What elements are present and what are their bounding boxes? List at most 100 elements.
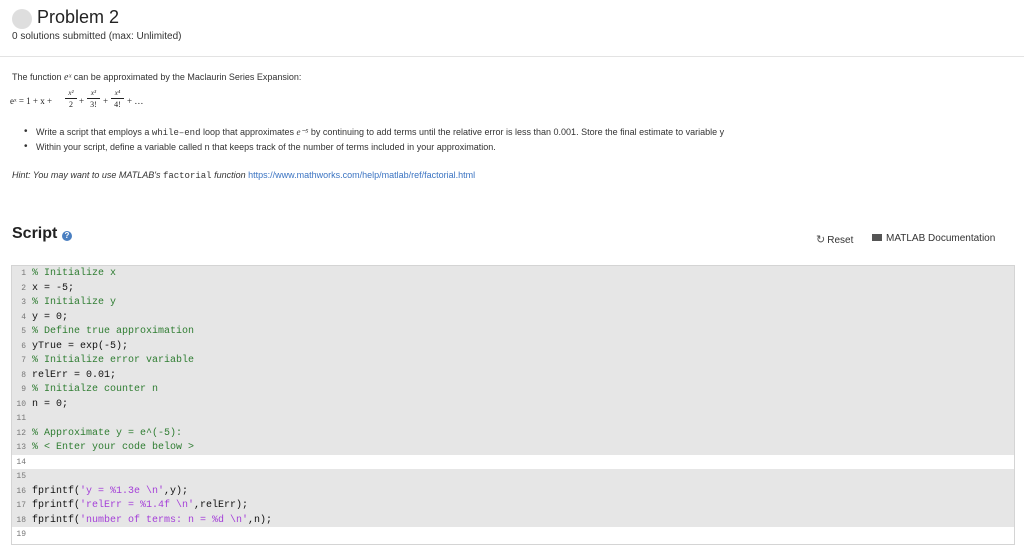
line-code: % Initialize y <box>32 297 117 308</box>
equation-plus: + <box>103 96 109 106</box>
code-token: fprintf( <box>32 485 81 497</box>
line-code: fprintf('y = %1.3e \n',y); <box>32 486 188 497</box>
term-denominator: 4! <box>114 100 121 109</box>
factorial-doc-link[interactable]: https://www.mathworks.com/help/matlab/re… <box>248 170 475 180</box>
line-number: 1 <box>21 269 26 278</box>
equation-term: x⁴ 4! <box>111 89 124 109</box>
line-number: 18 <box>16 515 26 525</box>
code-line[interactable]: 6 yTrue = exp(-5); <box>12 338 1014 353</box>
code-editor[interactable]: 1% Initialize x2x = -5; 3% Initialize y4y… <box>11 265 1015 545</box>
line-number: 3 <box>21 298 26 307</box>
line-number: 11 <box>16 414 26 423</box>
line-number: 9 <box>21 385 26 394</box>
help-icon[interactable]: ? <box>62 231 72 241</box>
inline-code: factorial <box>162 171 212 181</box>
script-heading: Script <box>12 225 58 242</box>
maclaurin-equation: eˣ = 1 + x + x² 2 + x³ 3! + x⁴ 4! + … <box>10 88 170 118</box>
code-line[interactable]: 16 fprintf('y = %1.3e \n',y); <box>12 483 1014 498</box>
line-code: % Initialze counter n <box>32 384 159 395</box>
code-line[interactable]: 9 % Initialze counter n <box>12 382 1014 397</box>
line-code: relErr = 0.01; <box>32 369 117 381</box>
code-line[interactable]: 15 <box>12 469 1014 484</box>
line-code: y = 0; <box>32 311 69 323</box>
code-line[interactable]: 18 fprintf('number of terms: n = %d \n',n… <box>12 512 1014 527</box>
line-number: 5 <box>21 327 26 336</box>
hint-text: Hint: You may want to use MATLAB's facto… <box>12 170 475 181</box>
line-code: % Define true approximation <box>32 326 195 337</box>
instruction-list: Write a script that employs a while–end … <box>24 125 725 155</box>
code-line[interactable]: 1 % Initialize x <box>12 266 1014 281</box>
line-number: 15 <box>16 472 26 481</box>
status-circle-icon <box>12 9 32 29</box>
documentation-label: MATLAB Documentation <box>886 233 996 244</box>
bullet-text: Write a script that employs a <box>36 127 152 137</box>
line-code: % Initialize error variable <box>32 355 195 366</box>
line-code: fprintf('number of terms: n = %d \n',n); <box>32 515 272 526</box>
line-number: 2 <box>21 283 26 293</box>
code-line[interactable]: 11 <box>12 411 1014 426</box>
equation-term: x² 2 <box>65 89 77 109</box>
code-token: fprintf( <box>32 500 81 511</box>
line-code: % Approximate y = e^(-5): <box>32 427 183 439</box>
code-line[interactable]: 19 <box>12 527 1014 542</box>
code-line[interactable]: 4 y = 0; <box>12 309 1014 324</box>
line-number: 12 <box>16 428 26 438</box>
line-code: x = -5; <box>32 282 75 294</box>
hint-prefix: Hint: You may want to use MATLAB's <box>12 170 163 180</box>
code-line[interactable]: 10 n = 0; <box>12 396 1014 411</box>
equation-term: x³ 3! <box>87 89 100 109</box>
term-denominator: 2 <box>69 100 73 109</box>
intro-text: The function <box>12 72 65 82</box>
line-number: 19 <box>16 530 26 539</box>
line-number: 13 <box>16 443 26 452</box>
line-number: 16 <box>16 486 26 496</box>
line-code: n = 0; <box>32 398 69 410</box>
equation-lhs: eˣ = 1 + x + <box>10 96 53 106</box>
submission-count: 0 solutions submitted (max: Unlimited) <box>12 31 182 42</box>
line-code: % < Enter your code below > <box>32 442 195 453</box>
code-line[interactable]: 14 <box>12 455 1014 470</box>
page-title: Problem 2 <box>37 7 120 27</box>
code-line[interactable]: 17 fprintf('relErr = %1.4f \n',relErr); <box>12 498 1014 513</box>
equation-ellipsis: + … <box>127 96 144 106</box>
list-item: Within your script, define a variable ca… <box>24 140 724 155</box>
line-number: 17 <box>16 501 26 510</box>
reset-label: Reset <box>827 235 854 246</box>
code-token: fprintf( <box>32 514 81 526</box>
hint-suffix: function <box>211 170 249 180</box>
term-denominator: 3! <box>90 100 97 109</box>
code-line[interactable]: 8 relErr = 0.01; <box>12 367 1014 382</box>
term-numerator: x³ <box>90 89 97 97</box>
code-line[interactable]: 2 x = -5; <box>12 280 1014 295</box>
string-literal: 'relErr = %1.4f \n' <box>80 500 195 511</box>
line-number: 10 <box>16 399 26 409</box>
code-line[interactable]: 12 % Approximate y = e^(-5): <box>12 425 1014 440</box>
term-numerator: x⁴ <box>114 89 121 97</box>
reset-button[interactable]: ↻ Reset <box>816 233 853 246</box>
divider <box>0 56 1024 57</box>
line-code: yTrue = exp(-5); <box>32 340 129 352</box>
code-line[interactable]: 5 % Define true approximation <box>12 324 1014 339</box>
line-code: fprintf('relErr = %1.4f \n',relErr); <box>32 500 248 511</box>
matlab-documentation-button[interactable]: MATLAB Documentation <box>872 233 995 244</box>
code-line[interactable]: 3 % Initialize y <box>12 295 1014 310</box>
math-symbol: e⁻⁵ <box>296 127 309 137</box>
intro-text-end: can be approximated by the Maclaurin Ser… <box>71 72 302 82</box>
line-number: 6 <box>21 341 26 351</box>
equation-plus: + <box>79 96 85 106</box>
code-token: ,relErr); <box>194 500 249 511</box>
line-number: 8 <box>21 370 26 380</box>
reset-icon: ↻ <box>816 234 826 246</box>
line-number: 14 <box>16 457 26 467</box>
string-literal: 'y = %1.3e \n' <box>80 485 165 497</box>
code-line[interactable]: 13 % < Enter your code below > <box>12 440 1014 455</box>
bullet-text: by continuing to add terms until the rel… <box>308 127 725 137</box>
code-line[interactable]: 7 % Initialize error variable <box>12 353 1014 368</box>
bullet-text: loop that approximates <box>200 127 297 137</box>
list-item: Write a script that employs a while–end … <box>24 125 725 140</box>
bullet-text: Within your script, define a variable ca… <box>36 142 496 152</box>
line-number: 4 <box>21 312 26 322</box>
line-code: % Initialize x <box>32 268 117 279</box>
documentation-icon <box>872 233 882 241</box>
line-number: 7 <box>21 356 26 365</box>
